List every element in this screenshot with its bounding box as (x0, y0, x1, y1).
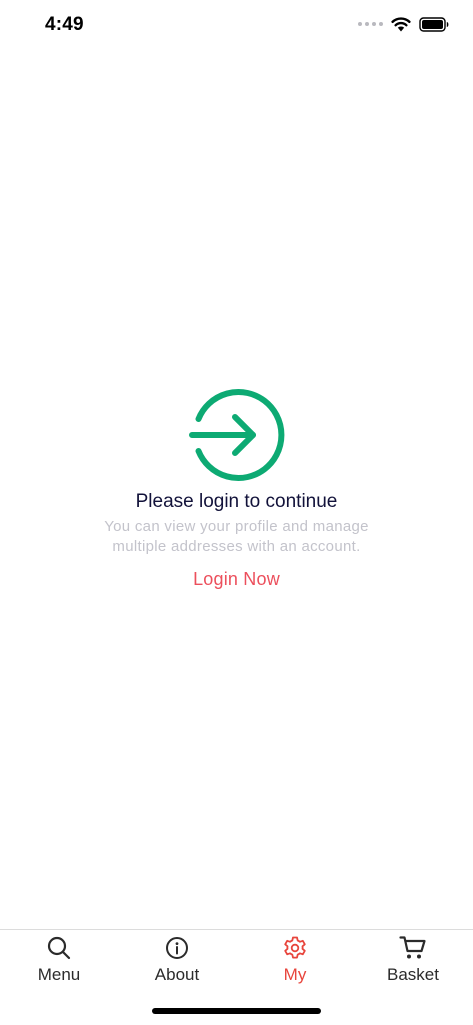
tab-basket-label: Basket (387, 965, 439, 984)
tab-my-label: My (283, 965, 307, 984)
search-icon (47, 936, 71, 960)
tab-menu[interactable]: Menu (0, 930, 118, 990)
home-indicator (152, 1008, 321, 1014)
login-now-button[interactable]: Login Now (193, 569, 280, 590)
signal-dots-icon (358, 22, 383, 26)
battery-icon (419, 16, 449, 32)
tab-menu-label: Menu (37, 965, 81, 984)
login-arrow-icon (188, 389, 284, 481)
status-bar: 4:49 (0, 0, 473, 52)
tab-about[interactable]: About (118, 930, 236, 990)
tab-basket[interactable]: Basket (354, 930, 472, 990)
login-description: You can view your profile and manage mul… (104, 518, 369, 555)
wifi-icon (391, 17, 411, 32)
status-time: 4:49 (45, 14, 84, 35)
login-title: Please login to continue (135, 491, 338, 512)
login-prompt: Please login to continue You can view yo… (0, 388, 473, 590)
tab-my[interactable]: My (236, 930, 354, 990)
info-icon (166, 937, 188, 959)
gear-icon (284, 936, 306, 959)
cart-icon (399, 936, 426, 959)
status-icons (358, 16, 449, 32)
tab-about-label: About (154, 965, 200, 984)
